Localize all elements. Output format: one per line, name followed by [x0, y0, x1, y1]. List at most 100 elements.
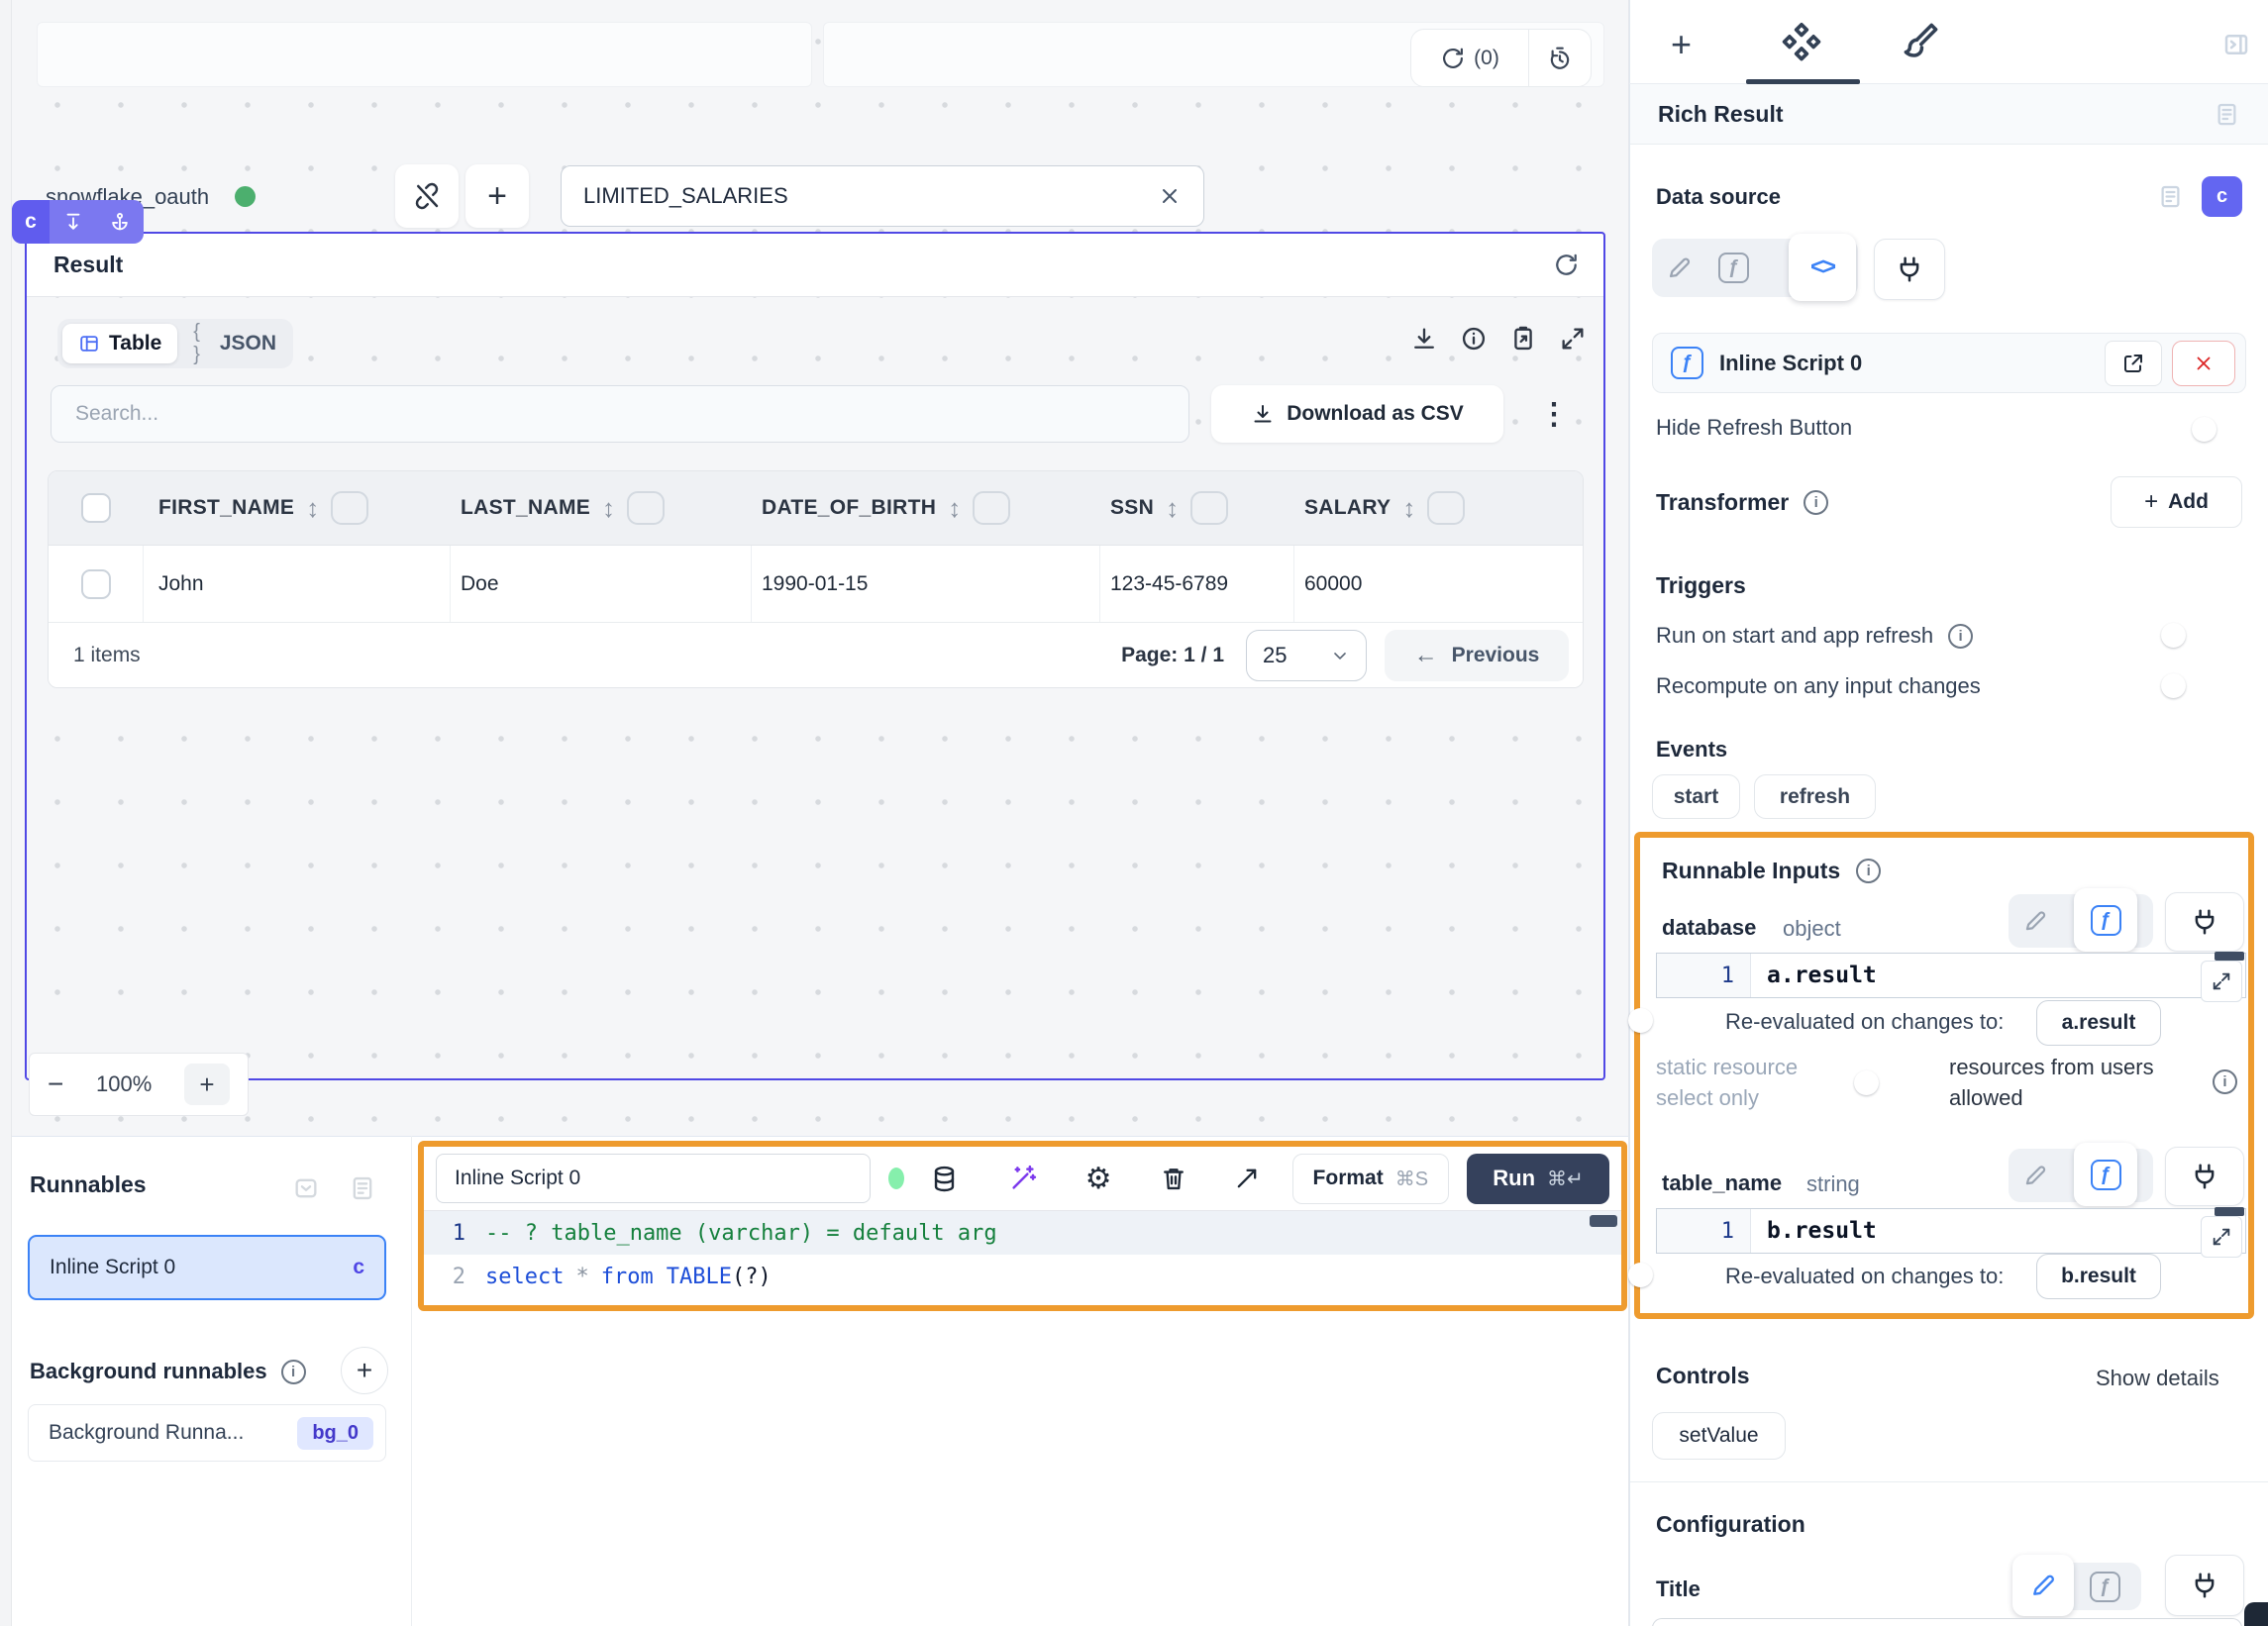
connect-plug-button[interactable]	[2165, 892, 2244, 952]
event-pill-start[interactable]: start	[1652, 774, 1740, 819]
tab-components-icon[interactable]	[1780, 20, 1823, 63]
table-name-expression-editor[interactable]: 1 b.result	[1656, 1208, 2246, 1254]
refresh-all-button[interactable]: (0)	[1411, 30, 1529, 86]
runnable-item-inline-script-0[interactable]: Inline Script 0 c	[28, 1235, 386, 1300]
clear-input-icon[interactable]	[1158, 184, 1182, 208]
tab-json[interactable]: { } JSON	[181, 324, 288, 363]
database-expression-editor[interactable]: 1 a.result	[1656, 953, 2246, 998]
zoom-in-button[interactable]: +	[184, 1064, 230, 1105]
info-icon: i	[1948, 624, 1973, 649]
zoom-level: 100%	[96, 1071, 152, 1097]
event-pill-refresh[interactable]: refresh	[1754, 774, 1876, 819]
table-name-input[interactable]: LIMITED_SALARIES	[561, 165, 1204, 227]
sql-keyword: select	[485, 1265, 564, 1289]
ai-wand-icon[interactable]	[1008, 1164, 1038, 1193]
zoom-out-button[interactable]: −	[48, 1068, 63, 1100]
download-csv-button[interactable]: Download as CSV	[1211, 385, 1503, 443]
reeval-dep-pill[interactable]: a.result	[2036, 1000, 2161, 1046]
code-mode-active[interactable]: <>	[1789, 234, 1856, 301]
column-header[interactable]: SALARY	[1304, 496, 1391, 520]
sort-icon[interactable]: ↕	[1166, 493, 1179, 524]
open-script-button[interactable]	[2105, 341, 2162, 386]
settings-gear-icon[interactable]: ⚙	[1085, 1162, 1112, 1196]
expand-result-icon[interactable]	[1559, 325, 1587, 353]
run-button[interactable]: Run ⌘↵	[1467, 1154, 1609, 1204]
column-toggle[interactable]	[627, 491, 665, 525]
column-toggle[interactable]	[1190, 491, 1228, 525]
format-button[interactable]: Format ⌘S	[1292, 1154, 1450, 1204]
static-pencil-icon[interactable]	[2022, 1163, 2048, 1188]
connect-plug-button[interactable]	[2165, 1555, 2244, 1616]
tab-table[interactable]: Table	[62, 324, 177, 363]
collapse-runnables-icon[interactable]	[292, 1174, 320, 1202]
table-row[interactable]: John Doe 1990-01-15 123-45-6789 60000	[49, 546, 1583, 623]
script-name-input[interactable]: Inline Script 0	[436, 1154, 871, 1203]
show-details-link[interactable]: Show details	[2096, 1366, 2219, 1391]
code-area[interactable]: 1 -- ? table_name (varchar) = default ar…	[424, 1210, 1621, 1305]
sort-icon[interactable]: ↕	[306, 493, 319, 524]
empty-component-a[interactable]	[37, 22, 812, 87]
table-name-function-mode-active[interactable]: ƒ	[2074, 1143, 2137, 1206]
select-all-checkbox[interactable]	[81, 493, 111, 523]
disconnect-source-button[interactable]	[395, 164, 459, 228]
background-runnables-title: Background runnables	[30, 1359, 267, 1384]
linked-script-row[interactable]: ƒ Inline Script 0	[1652, 333, 2246, 393]
column-toggle[interactable]	[973, 491, 1010, 525]
column-toggle[interactable]	[331, 491, 368, 525]
add-background-runnable-button[interactable]: +	[341, 1347, 388, 1394]
script-function-icon: ƒ	[1671, 347, 1703, 379]
delete-script-icon[interactable]	[1160, 1165, 1187, 1192]
move-down-icon[interactable]	[62, 211, 84, 233]
previous-page-button[interactable]: ← Previous	[1385, 630, 1569, 681]
background-runnable-item[interactable]: Background Runna... bg_0	[28, 1404, 386, 1462]
copy-result-icon[interactable]	[1509, 325, 1537, 353]
title-value-input[interactable]	[1652, 1618, 2242, 1626]
info-icon[interactable]	[1460, 325, 1488, 353]
collapse-panel-icon[interactable]	[2221, 30, 2251, 59]
runnables-doc-icon[interactable]	[349, 1174, 376, 1202]
download-csv-label: Download as CSV	[1287, 402, 1464, 426]
row-checkbox[interactable]	[81, 569, 111, 599]
remove-script-button[interactable]	[2172, 341, 2235, 386]
datasource-icon[interactable]	[930, 1165, 959, 1193]
expand-expression-icon[interactable]	[2201, 1216, 2242, 1258]
table-options-kebab[interactable]: ⋮	[1533, 391, 1575, 437]
refresh-icon	[1440, 46, 1466, 71]
result-refresh-button[interactable]	[1538, 240, 1594, 291]
tab-style-brush-icon[interactable]	[1899, 21, 1940, 62]
plug-icon	[2190, 1571, 2219, 1600]
component-doc-icon[interactable]	[2214, 101, 2240, 128]
static-pencil-icon[interactable]	[2022, 908, 2048, 934]
connect-plug-button[interactable]	[1874, 239, 1945, 300]
sort-icon[interactable]: ↕	[602, 493, 615, 524]
column-header[interactable]: DATE_OF_BIRTH	[762, 496, 936, 520]
function-mode-icon[interactable]: ƒ	[1718, 253, 1749, 283]
database-function-mode-active[interactable]: ƒ	[2074, 888, 2137, 952]
reeval-dep-pill[interactable]: b.result	[2036, 1254, 2161, 1299]
connect-plug-button[interactable]	[2165, 1147, 2244, 1206]
control-pill-setvalue[interactable]: setValue	[1652, 1412, 1786, 1460]
sort-icon[interactable]: ↕	[948, 493, 961, 524]
table-header-row: FIRST_NAME ↕ LAST_NAME ↕ DATE_OF_BIRTH ↕…	[49, 471, 1583, 546]
column-toggle[interactable]	[1427, 491, 1465, 525]
download-icon[interactable]	[1410, 325, 1438, 353]
add-source-button[interactable]: +	[465, 164, 529, 228]
search-input[interactable]: Search...	[51, 385, 1189, 443]
sort-icon[interactable]: ↕	[1402, 493, 1415, 524]
title-static-mode-active[interactable]	[2012, 1555, 2074, 1616]
expand-editor-icon[interactable]	[1233, 1165, 1261, 1192]
column-header[interactable]: LAST_NAME	[461, 496, 590, 520]
history-button[interactable]	[1529, 30, 1591, 86]
add-transformer-button[interactable]: + Add	[2111, 476, 2242, 528]
column-header[interactable]: SSN	[1110, 496, 1154, 520]
function-mode-icon[interactable]: ƒ	[2090, 1572, 2120, 1602]
static-pencil-icon[interactable]	[1666, 254, 1693, 281]
expand-expression-icon[interactable]	[2201, 961, 2242, 1002]
data-source-doc-icon[interactable]	[2157, 183, 2184, 210]
tab-insert-plus[interactable]: +	[1671, 24, 1692, 65]
page-size-select[interactable]: 25	[1246, 630, 1367, 681]
triggers-heading: Triggers	[1656, 572, 1746, 599]
column-header[interactable]: FIRST_NAME	[158, 496, 294, 520]
anchor-icon[interactable]	[109, 211, 131, 233]
editor-scrollbar[interactable]	[1590, 1215, 1617, 1227]
